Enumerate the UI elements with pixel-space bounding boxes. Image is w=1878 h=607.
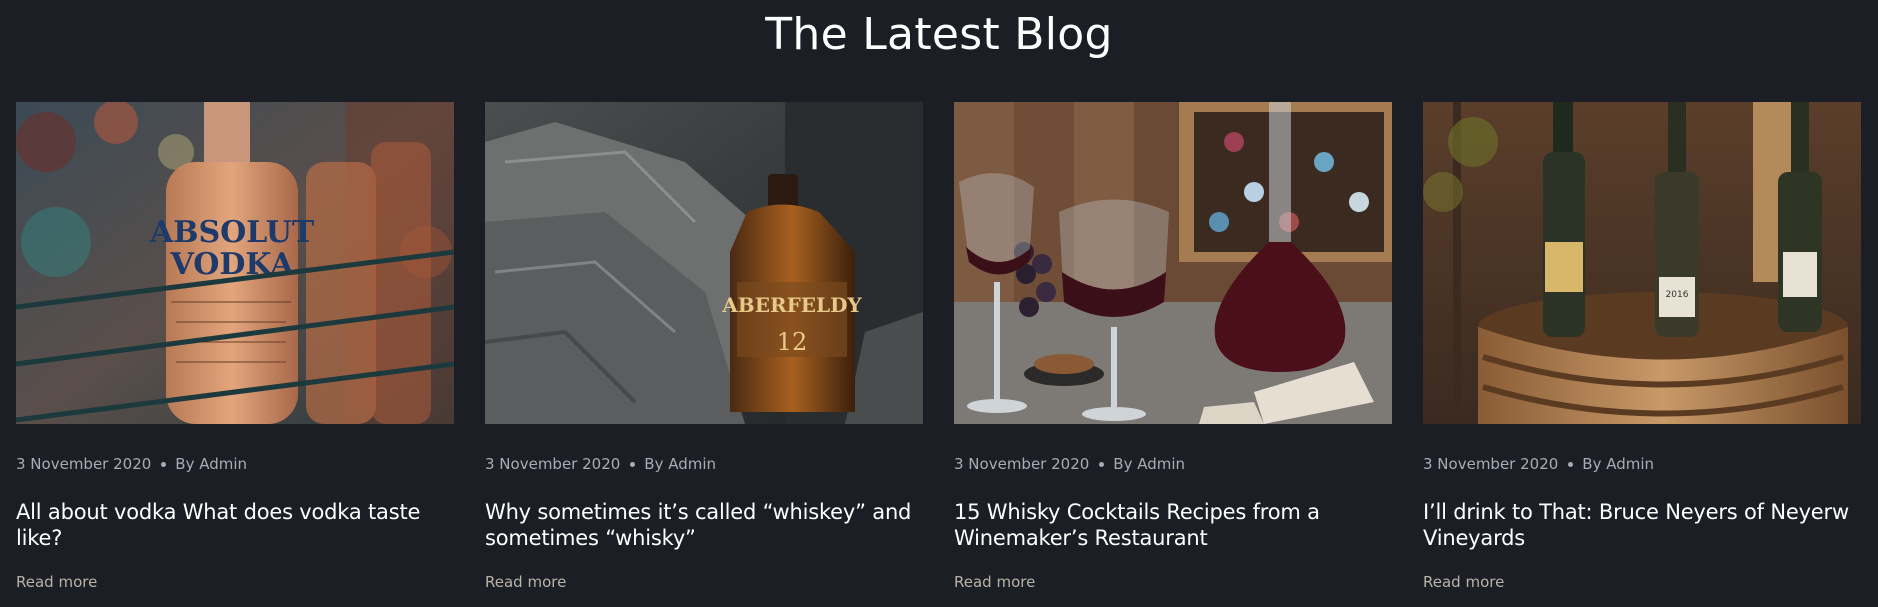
post-date: 3 November 2020 xyxy=(1423,455,1559,473)
blog-card: 2016 3 November 2020 By Admin I’ll drink… xyxy=(1423,102,1861,592)
blog-section: The Latest Blog ABSOLUT VODKA 3 November… xyxy=(0,0,1878,607)
post-meta: 3 November 2020 By Admin xyxy=(485,454,923,474)
blog-grid: ABSOLUT VODKA 3 November 2020 By Admin A… xyxy=(16,102,1861,592)
read-more-link[interactable]: Read more xyxy=(16,572,97,592)
post-title-link[interactable]: I’ll drink to That: Bruce Neyers of Neye… xyxy=(1423,499,1861,551)
wine-barrel-image: 2016 xyxy=(1423,102,1861,424)
post-author: By Admin xyxy=(175,455,248,473)
post-meta: 3 November 2020 By Admin xyxy=(16,454,454,474)
post-title-link[interactable]: 15 Whisky Cocktails Recipes from a Winem… xyxy=(954,499,1392,551)
separator-dot-icon xyxy=(630,461,636,467)
read-more-link[interactable]: Read more xyxy=(1423,572,1504,592)
post-author: By Admin xyxy=(1582,455,1655,473)
vodka-bottles-image: ABSOLUT VODKA xyxy=(16,102,454,424)
separator-dot-icon xyxy=(1099,461,1105,467)
whisky-bottle-image: ABERFELDY 12 xyxy=(485,102,923,424)
svg-text:12: 12 xyxy=(777,328,808,356)
post-meta: 3 November 2020 By Admin xyxy=(1423,454,1861,474)
post-thumbnail[interactable]: 2016 xyxy=(1423,102,1861,424)
blog-card: 3 November 2020 By Admin 15 Whisky Cockt… xyxy=(954,102,1392,592)
post-date: 3 November 2020 xyxy=(16,455,152,473)
read-more-link[interactable]: Read more xyxy=(954,572,1035,592)
post-title-link[interactable]: Why sometimes it’s called “whiskey” and … xyxy=(485,499,923,551)
post-author: By Admin xyxy=(644,455,717,473)
post-meta: 3 November 2020 By Admin xyxy=(954,454,1392,474)
post-date: 3 November 2020 xyxy=(485,455,621,473)
post-date: 3 November 2020 xyxy=(954,455,1090,473)
post-thumbnail[interactable] xyxy=(954,102,1392,424)
wine-glasses-decanter-image xyxy=(954,102,1392,424)
post-title-link[interactable]: All about vodka What does vodka taste li… xyxy=(16,499,454,551)
section-title: The Latest Blog xyxy=(765,9,1113,60)
svg-text:2016: 2016 xyxy=(1666,290,1689,300)
post-thumbnail[interactable]: ABSOLUT VODKA xyxy=(16,102,454,424)
svg-text:ABERFELDY: ABERFELDY xyxy=(721,293,862,317)
separator-dot-icon xyxy=(161,461,167,467)
post-thumbnail[interactable]: ABERFELDY 12 xyxy=(485,102,923,424)
svg-text:ABSOLUT: ABSOLUT xyxy=(149,215,315,250)
post-author: By Admin xyxy=(1113,455,1186,473)
read-more-link[interactable]: Read more xyxy=(485,572,566,592)
blog-card: ABSOLUT VODKA 3 November 2020 By Admin A… xyxy=(16,102,454,592)
blog-card: ABERFELDY 12 3 November 2020 By Admin Wh… xyxy=(485,102,923,592)
separator-dot-icon xyxy=(1568,461,1574,467)
